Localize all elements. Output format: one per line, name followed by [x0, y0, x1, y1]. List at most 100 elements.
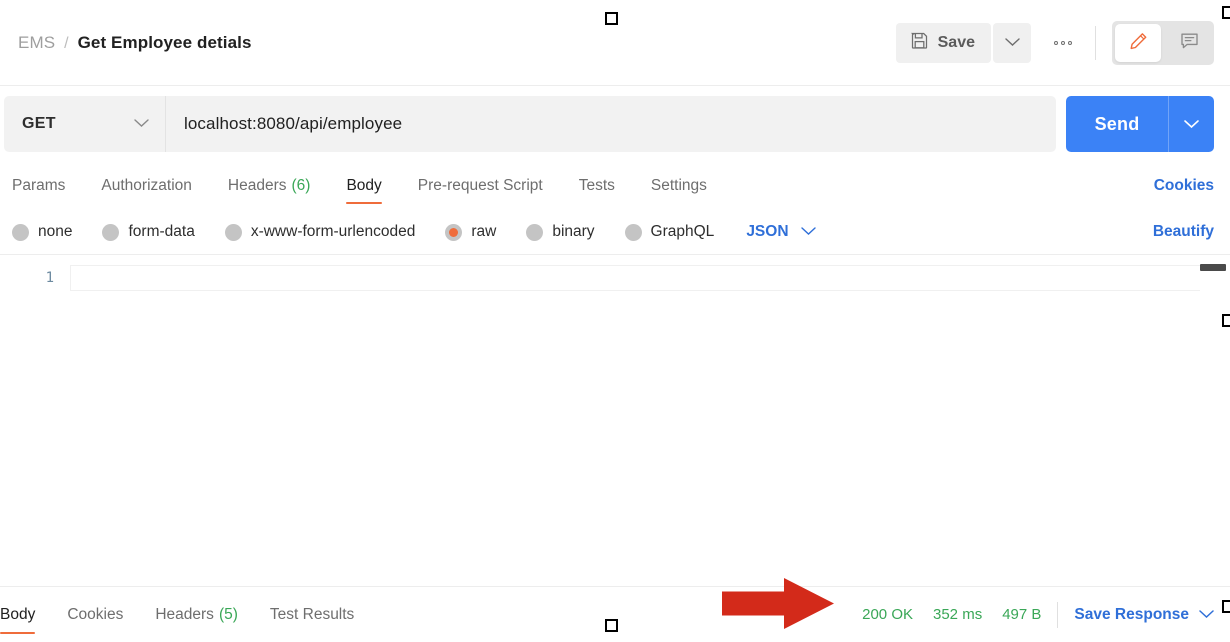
- tab-body[interactable]: Body: [328, 162, 399, 210]
- more-options-button[interactable]: [1039, 23, 1087, 63]
- radio-icon: [624, 223, 642, 241]
- page-title: Get Employee detials: [77, 32, 252, 52]
- body-type-form-data[interactable]: form-data: [102, 223, 208, 241]
- tab-pre-request-script-label: Pre-request Script: [417, 177, 543, 194]
- tab-authorization[interactable]: Authorization: [83, 162, 209, 210]
- response-tab-test-results[interactable]: Test Results: [254, 587, 370, 642]
- body-type-radio-group: none form-data x-www-form-urlencoded raw…: [12, 223, 1153, 241]
- tab-headers[interactable]: Headers (6): [210, 162, 329, 210]
- tab-settings-label: Settings: [650, 177, 707, 194]
- response-tab-headers-count: (5): [218, 605, 238, 623]
- save-response-label: Save Response: [1074, 605, 1189, 623]
- breadcrumb-collection[interactable]: EMS: [18, 33, 55, 53]
- request-tab-list: Params Authorization Headers (6) Body Pr…: [0, 162, 1142, 210]
- radio-selected-icon: [445, 223, 463, 241]
- save-button-group: Save: [895, 22, 1031, 63]
- header-actions: Save: [895, 20, 1214, 65]
- breadcrumb-separator: /: [64, 34, 69, 52]
- body-type-urlencoded-label: x-www-form-urlencoded: [250, 223, 416, 240]
- radio-icon: [102, 223, 120, 241]
- save-button[interactable]: Save: [895, 22, 991, 63]
- response-tab-body-label: Body: [0, 605, 36, 623]
- response-tab-headers-label: Headers: [155, 605, 214, 623]
- selection-handle-top[interactable]: [605, 12, 618, 25]
- tab-params-label: Params: [12, 177, 66, 194]
- code-input-line[interactable]: [70, 265, 1200, 291]
- url-bar: GET localhost:8080/api/employee Send: [0, 86, 1230, 162]
- url-input-wrapper: GET localhost:8080/api/employee: [4, 96, 1056, 152]
- save-response-button[interactable]: Save Response: [1074, 587, 1214, 642]
- view-toggle-group: [1112, 20, 1214, 65]
- body-type-urlencoded[interactable]: x-www-form-urlencoded: [224, 223, 430, 241]
- chevron-down-icon: [134, 115, 149, 133]
- selection-handle-right-bottom[interactable]: [1222, 600, 1230, 613]
- body-type-graphql[interactable]: GraphQL: [624, 223, 729, 241]
- request-tab-bar: Params Authorization Headers (6) Body Pr…: [0, 162, 1230, 210]
- pencil-icon: [1128, 31, 1149, 55]
- postman-request-window: EMS / Get Employee detials Save GET loca…: [0, 0, 1230, 642]
- beautify-button[interactable]: Beautify: [1153, 223, 1214, 241]
- tab-headers-label: Headers: [227, 177, 287, 194]
- cookies-link[interactable]: Cookies: [1142, 162, 1214, 210]
- body-type-graphql-label: GraphQL: [650, 223, 715, 240]
- chevron-down-icon: [1199, 606, 1214, 624]
- radio-icon: [224, 223, 242, 241]
- send-button-group: Send: [1066, 96, 1214, 152]
- http-method-select[interactable]: GET: [4, 96, 166, 152]
- body-type-none[interactable]: none: [12, 223, 86, 241]
- tab-headers-count: (6): [291, 177, 311, 194]
- body-type-binary[interactable]: binary: [526, 223, 608, 241]
- send-button[interactable]: Send: [1066, 96, 1168, 152]
- floppy-disk-icon: [910, 31, 929, 55]
- response-tab-body[interactable]: Body: [0, 587, 51, 642]
- edit-request-button[interactable]: [1115, 23, 1161, 62]
- body-type-form-data-label: form-data: [128, 223, 195, 240]
- three-dots-icon: [1054, 40, 1058, 45]
- url-input[interactable]: localhost:8080/api/employee: [166, 96, 1056, 152]
- save-options-button[interactable]: [993, 22, 1031, 63]
- selection-handle-right-middle[interactable]: [1222, 314, 1230, 327]
- body-type-raw[interactable]: raw: [445, 223, 510, 241]
- response-tab-headers[interactable]: Headers (5): [139, 587, 254, 642]
- selection-handle-right-top[interactable]: [1222, 6, 1230, 19]
- send-options-button[interactable]: [1168, 96, 1214, 152]
- response-meta: 200 OK 352 ms 497 B: [862, 587, 1057, 642]
- tab-tests[interactable]: Tests: [561, 162, 633, 210]
- response-tab-cookies[interactable]: Cookies: [51, 587, 139, 642]
- tab-params[interactable]: Params: [0, 162, 83, 210]
- chevron-down-icon: [800, 223, 816, 241]
- body-type-binary-label: binary: [552, 223, 595, 240]
- tab-pre-request-script[interactable]: Pre-request Script: [400, 162, 561, 210]
- selection-handle-bottom[interactable]: [605, 619, 618, 632]
- header-divider: [1095, 25, 1096, 60]
- response-size[interactable]: 497 B: [1002, 606, 1041, 623]
- tab-authorization-label: Authorization: [101, 177, 192, 194]
- editor-vertical-scrollbar[interactable]: [1200, 264, 1226, 492]
- body-type-raw-label: raw: [471, 223, 497, 240]
- tab-tests-label: Tests: [578, 177, 615, 194]
- line-number: 1: [45, 270, 54, 286]
- radio-icon: [526, 223, 544, 241]
- editor-line: 1: [0, 265, 1230, 291]
- response-divider: [1057, 601, 1059, 628]
- tab-body-label: Body: [346, 177, 382, 194]
- three-dots-icon-dot2: [1061, 40, 1065, 45]
- response-tab-test-results-label: Test Results: [269, 605, 355, 623]
- http-method-label: GET: [22, 115, 56, 132]
- raw-format-select[interactable]: JSON: [746, 223, 816, 241]
- body-type-row: none form-data x-www-form-urlencoded raw…: [0, 210, 1230, 254]
- editor-scrollbar-thumb[interactable]: [1200, 264, 1226, 271]
- response-tab-list: Body Cookies Headers (5) Test Results: [0, 587, 862, 642]
- chevron-down-icon: [1184, 117, 1199, 132]
- comments-button[interactable]: [1164, 21, 1214, 65]
- response-tab-cookies-label: Cookies: [67, 605, 124, 623]
- response-time[interactable]: 352 ms: [933, 606, 982, 623]
- breadcrumb: EMS / Get Employee detials: [18, 33, 896, 53]
- tab-settings[interactable]: Settings: [633, 162, 725, 210]
- status-badge[interactable]: 200 OK: [862, 606, 913, 623]
- chevron-down-icon: [1004, 35, 1020, 50]
- body-type-none-label: none: [38, 223, 73, 240]
- request-body-editor[interactable]: 1: [0, 254, 1230, 586]
- comment-icon: [1179, 31, 1200, 54]
- three-dots-icon-dot3: [1068, 40, 1072, 45]
